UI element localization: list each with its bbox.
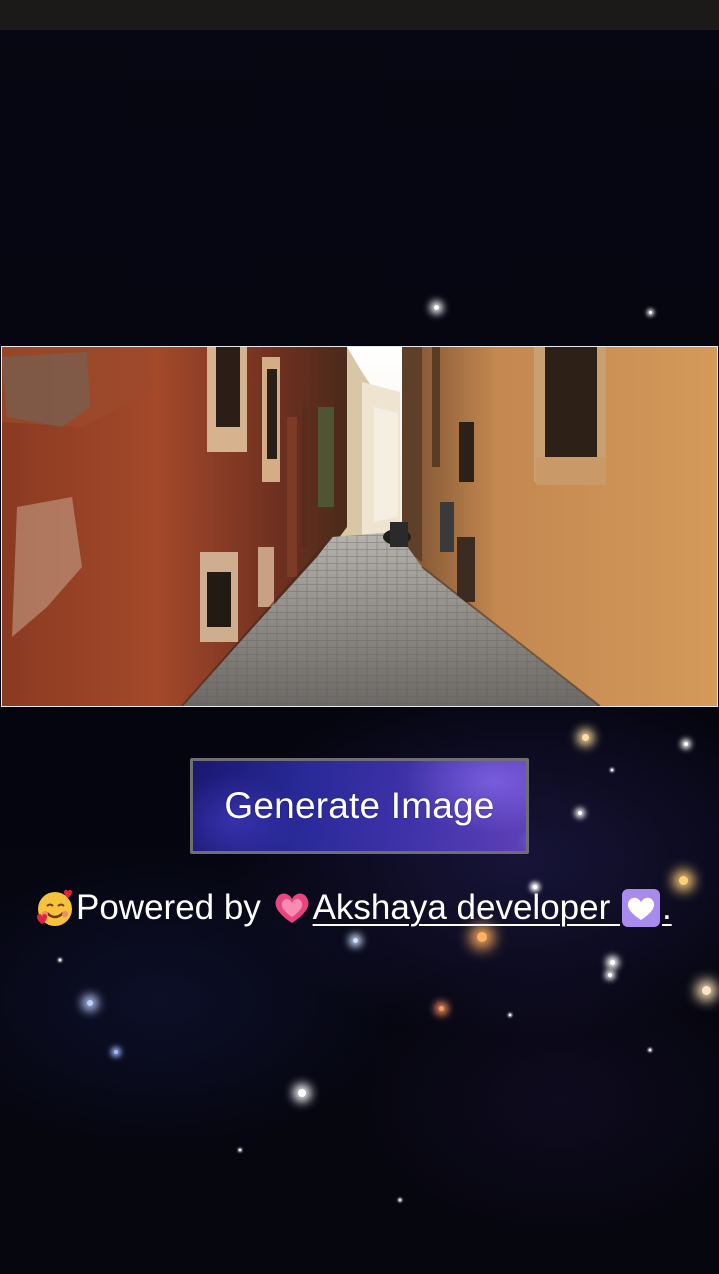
star-21 xyxy=(649,1049,651,1051)
star-4 xyxy=(578,811,582,815)
developer-link[interactable]: Akshaya developer . xyxy=(271,887,672,929)
generated-image xyxy=(1,346,718,707)
star-10 xyxy=(352,937,358,943)
smiling-face-with-hearts-icon xyxy=(37,889,72,926)
star-16 xyxy=(114,1050,118,1054)
generate-image-button[interactable]: Generate Image xyxy=(190,758,529,854)
white-heart-icon xyxy=(621,889,660,927)
star-0 xyxy=(433,304,439,310)
powered-by-text: Powered by xyxy=(76,888,271,927)
app-screen: Generate Image Powered by Akshaya develo… xyxy=(0,0,719,1274)
star-20 xyxy=(239,1149,241,1151)
star-3 xyxy=(684,742,688,746)
star-1 xyxy=(648,310,652,314)
developer-name: Akshaya developer xyxy=(312,888,620,927)
powered-by-credit: Powered by Akshaya developer . xyxy=(34,884,704,932)
star-5 xyxy=(611,769,613,771)
star-12 xyxy=(608,973,612,977)
star-17 xyxy=(298,1089,306,1097)
growing-heart-icon xyxy=(275,893,309,923)
star-14 xyxy=(438,1005,444,1011)
star-11 xyxy=(609,959,615,965)
status-bar xyxy=(0,0,719,30)
developer-link-suffix: . xyxy=(661,888,672,927)
star-13 xyxy=(701,985,711,995)
star-9 xyxy=(477,932,487,942)
star-2 xyxy=(581,733,589,741)
star-19 xyxy=(59,959,61,961)
star-15 xyxy=(87,1000,93,1006)
street-alley-photo xyxy=(2,347,717,706)
star-22 xyxy=(399,1199,401,1201)
generate-image-label: Generate Image xyxy=(224,785,495,826)
star-18 xyxy=(509,1014,511,1016)
